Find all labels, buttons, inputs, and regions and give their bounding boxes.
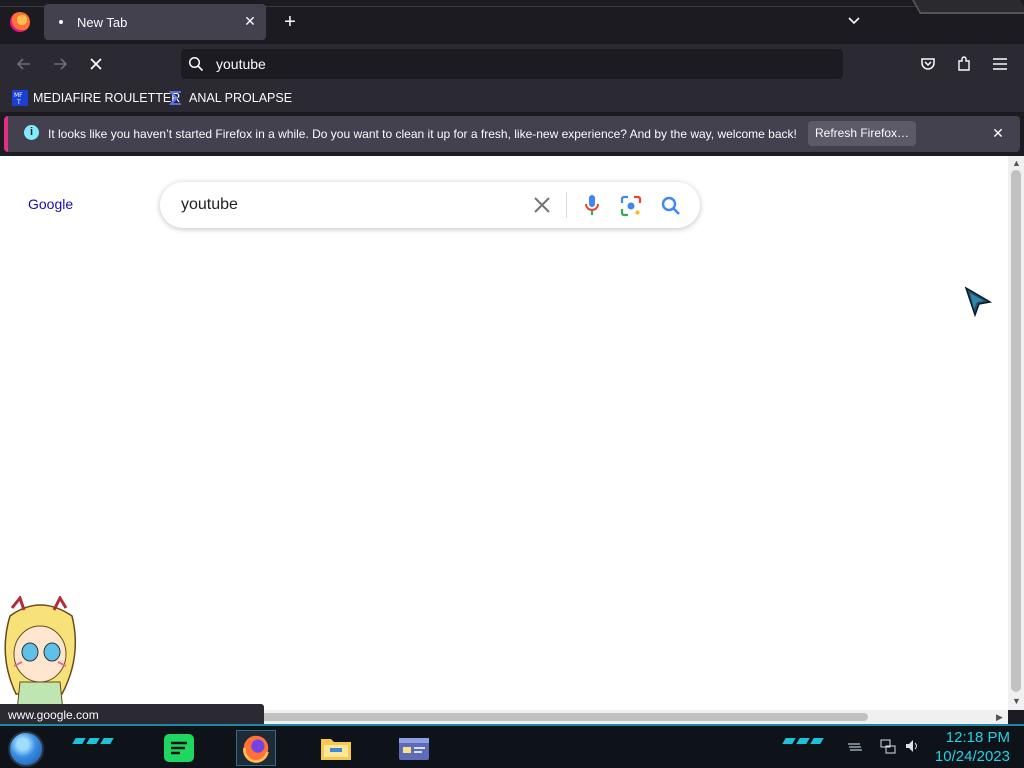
scroll-down-arrow-icon[interactable]: ▼ <box>1012 696 1021 706</box>
link-status-panel: www.google.com <box>0 704 264 726</box>
bookmarks-toolbar: MF T MEDIAFIRE ROULETTER ANAL PROLAPSE <box>0 84 1024 112</box>
search-magnifier-icon[interactable] <box>660 195 682 217</box>
info-icon: i <box>24 125 39 140</box>
card-app-icon[interactable] <box>394 730 434 766</box>
vertical-scrollbar[interactable]: ▲ ▼ <box>1008 156 1024 710</box>
svg-text:T: T <box>16 99 21 106</box>
taskbar: 12:18 PM 10/24/2023 <box>0 724 1024 768</box>
scroll-up-arrow-icon[interactable]: ▲ <box>1012 158 1021 168</box>
search-box-divider <box>566 192 567 218</box>
file-explorer-icon[interactable] <box>316 730 356 766</box>
new-tab-button[interactable]: + <box>280 12 300 32</box>
volume-icon[interactable] <box>904 738 920 754</box>
notification-message: It looks like you haven’t started Firefo… <box>48 127 797 141</box>
bookmark-mediafire-rouletter[interactable]: MF T MEDIAFIRE ROULETTER <box>12 89 180 107</box>
bookmark-label: MEDIAFIRE ROULETTER <box>33 91 181 105</box>
extensions-puzzle-icon[interactable] <box>954 54 974 74</box>
tab-loading-dot-icon <box>59 20 63 24</box>
google-logo[interactable]: Google <box>28 196 73 212</box>
tray-stack-icon[interactable] <box>846 738 862 754</box>
navigation-toolbar <box>0 44 1024 84</box>
firefox-menu-icon[interactable] <box>10 12 30 32</box>
vertical-scroll-thumb[interactable] <box>1011 170 1021 692</box>
pocket-icon[interactable] <box>918 54 938 74</box>
mediafire-icon: MFT <box>12 90 28 106</box>
sigma-icon <box>168 91 181 105</box>
svg-text:MF: MF <box>14 92 23 99</box>
search-query[interactable]: youtube <box>181 196 238 214</box>
refresh-firefox-button[interactable]: Refresh Firefox… <box>808 121 916 146</box>
tab-new-tab[interactable]: New Tab ✕ <box>44 4 266 40</box>
clear-search-icon[interactable] <box>532 195 552 215</box>
network-icon[interactable] <box>880 738 896 754</box>
search-icon <box>188 56 204 72</box>
clock-date: 10/24/2023 <box>934 748 1010 765</box>
url-input[interactable] <box>214 49 814 79</box>
bookmark-anal-prolapse[interactable]: ANAL PROLAPSE <box>168 89 292 107</box>
hamburger-menu-icon[interactable] <box>990 54 1010 74</box>
list-all-tabs-chevron-icon[interactable] <box>846 12 862 28</box>
window-frame-decoration <box>911 0 1024 14</box>
spotify-icon[interactable] <box>160 730 200 766</box>
clock-time: 12:18 PM <box>945 729 1010 746</box>
tab-close-icon[interactable]: ✕ <box>242 13 258 29</box>
notification-close-icon[interactable]: ✕ <box>990 125 1006 141</box>
url-bar[interactable] <box>181 49 843 79</box>
back-arrow-icon[interactable] <box>14 54 34 74</box>
mouse-cursor-icon <box>964 286 992 318</box>
horizontal-scroll-thumb[interactable] <box>260 713 868 721</box>
taskbar-clock[interactable]: 12:18 PM 10/24/2023 <box>935 728 1010 766</box>
tab-title: New Tab <box>77 15 128 30</box>
stop-loading-icon[interactable] <box>86 54 106 74</box>
page-content: Google youtube <box>0 156 1008 710</box>
taskbar-decoration-left <box>72 738 114 748</box>
google-search-box[interactable]: youtube <box>160 182 700 228</box>
forward-arrow-icon[interactable] <box>50 54 70 74</box>
start-orb-icon[interactable] <box>8 731 44 767</box>
refresh-firefox-notification: i It looks like you haven’t started Fire… <box>4 116 1020 152</box>
google-lens-icon[interactable] <box>620 195 642 217</box>
scroll-right-arrow-icon[interactable]: ▶ <box>996 712 1003 723</box>
voice-search-mic-icon[interactable] <box>582 194 602 216</box>
firefox-icon[interactable] <box>236 730 276 766</box>
bookmark-label: ANAL PROLAPSE <box>189 91 293 105</box>
taskbar-decoration-right <box>782 738 824 748</box>
tab-strip: New Tab ✕ + <box>0 0 1024 44</box>
